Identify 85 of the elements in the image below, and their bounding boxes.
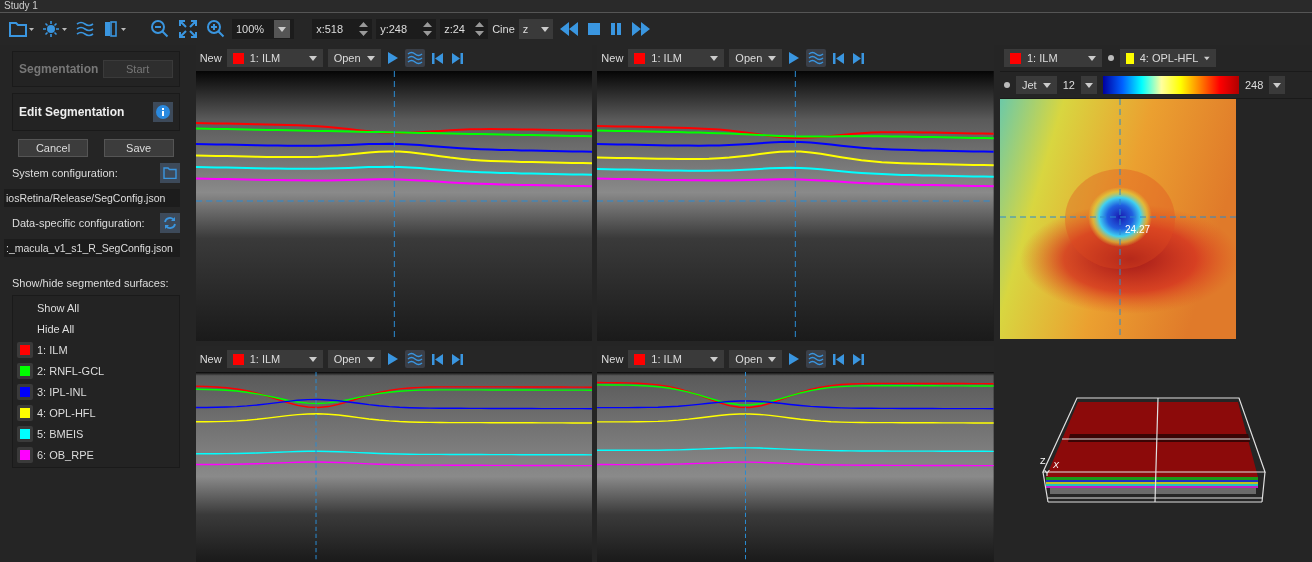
new-label: New — [601, 52, 624, 64]
data-configuration-label: Data-specific configuration: — [12, 217, 145, 229]
layers-toggle-button[interactable] — [806, 350, 827, 368]
dot-icon — [1004, 82, 1010, 88]
last-frame-button[interactable] — [449, 50, 465, 66]
caret-icon — [710, 356, 719, 362]
zoom-dropdown[interactable]: 100% — [232, 19, 295, 39]
caret-icon — [540, 26, 549, 32]
edit-segmentation-title: Edit Segmentation — [19, 105, 125, 119]
data-config-path-field[interactable]: :_macula_v1_s1_R_SegConfig.json — [4, 239, 180, 257]
first-frame-button[interactable] — [429, 351, 445, 367]
min-value: 12 — [1062, 79, 1075, 91]
colormap-dropdown[interactable]: Jet — [1016, 76, 1057, 94]
list-item[interactable]: Hide All — [17, 319, 175, 339]
open-dropdown[interactable]: Open — [729, 350, 783, 368]
save-button[interactable]: Save — [103, 139, 174, 157]
caret-icon — [366, 55, 375, 61]
cine-label: Cine — [492, 23, 515, 35]
surface-name[interactable]: 1: ILM — [37, 344, 68, 356]
min-dropdown-button[interactable] — [1080, 76, 1097, 94]
brightness-button[interactable] — [40, 18, 70, 40]
surface-dropdown[interactable]: 1: ILM — [226, 49, 323, 67]
surface-dropdown[interactable]: 1: ILM — [226, 350, 323, 368]
surfaces-label: Show/hide segmented surfaces: — [12, 277, 170, 289]
x-coordinate-field[interactable]: x:518 — [312, 19, 373, 39]
caret-icon — [308, 55, 317, 61]
max-value: 248 — [1244, 79, 1264, 91]
info-button[interactable] — [152, 102, 173, 122]
open-dropdown[interactable]: Open — [729, 49, 783, 67]
caret-icon — [768, 55, 777, 61]
surface-dropdown[interactable]: 1: ILM — [628, 350, 725, 368]
z-coordinate-field[interactable]: z:24 — [440, 19, 489, 39]
surface-name[interactable]: 4: OPL-HFL — [37, 407, 96, 419]
last-frame-button[interactable] — [449, 351, 465, 367]
open-dropdown[interactable]: Open — [327, 49, 381, 67]
caret-icon — [1204, 55, 1210, 61]
dot-icon — [1108, 55, 1114, 61]
y-axis-label: Y — [1044, 468, 1050, 478]
browse-folder-button[interactable] — [159, 163, 180, 183]
caret-icon — [366, 356, 375, 362]
caret-icon — [1042, 82, 1051, 88]
refresh-button[interactable] — [159, 213, 180, 233]
cancel-button[interactable]: Cancel — [18, 139, 88, 157]
system-config-path-field[interactable]: iosRetina/Release/SegConfig.json — [4, 189, 180, 207]
caret-icon — [1088, 55, 1096, 61]
new-label: New — [199, 353, 222, 365]
first-frame-button[interactable] — [831, 50, 847, 66]
segmentation-title: Segmentation — [19, 62, 99, 76]
fit-view-button[interactable] — [176, 17, 200, 41]
open-dropdown[interactable]: Open — [327, 350, 381, 368]
caret-icon — [308, 356, 317, 362]
z-axis-label: Z — [1040, 456, 1046, 466]
surface-name[interactable]: 5: BMEIS — [37, 428, 84, 440]
surface-dropdown[interactable]: 1: ILM — [1004, 49, 1102, 67]
caret-icon — [710, 55, 719, 61]
surface-name[interactable]: 2: RNFL-GCL — [37, 365, 105, 377]
new-label: New — [601, 353, 624, 365]
first-frame-button[interactable] — [429, 50, 445, 66]
cine-axis-dropdown[interactable]: z — [518, 19, 553, 39]
list-item[interactable]: Show All — [17, 298, 175, 318]
window-title: Study 1 — [4, 1, 38, 11]
caret-icon — [278, 26, 287, 32]
caret-icon — [1273, 82, 1282, 88]
surface-dropdown[interactable]: 1: ILM — [628, 49, 725, 67]
first-frame-button[interactable] — [831, 351, 847, 367]
layers-toggle-button[interactable] — [404, 49, 425, 67]
play-button[interactable] — [385, 50, 400, 66]
layers-toggle-button[interactable] — [806, 49, 827, 67]
surface-name[interactable]: 6: OB_RPE — [37, 449, 94, 461]
x-axis-label: X — [1053, 460, 1059, 470]
play-button[interactable] — [385, 351, 400, 367]
last-frame-button[interactable] — [851, 50, 867, 66]
caret-icon — [768, 356, 777, 362]
layers-toggle-button[interactable] — [404, 350, 425, 368]
surface-name[interactable]: 3: IPL-INL — [37, 386, 87, 398]
max-dropdown-button[interactable] — [1269, 76, 1286, 94]
system-configuration-label: System configuration: — [12, 167, 118, 179]
new-label: New — [199, 52, 222, 64]
spin-arrows-icon — [359, 21, 369, 37]
caret-icon — [1084, 82, 1093, 88]
spin-arrows-icon — [475, 21, 485, 37]
spin-arrows-icon — [423, 21, 433, 37]
last-frame-button[interactable] — [851, 351, 867, 367]
y-coordinate-field[interactable]: y:248 — [376, 19, 437, 39]
surface-dropdown[interactable]: 4: OPL-HFL — [1120, 49, 1216, 67]
